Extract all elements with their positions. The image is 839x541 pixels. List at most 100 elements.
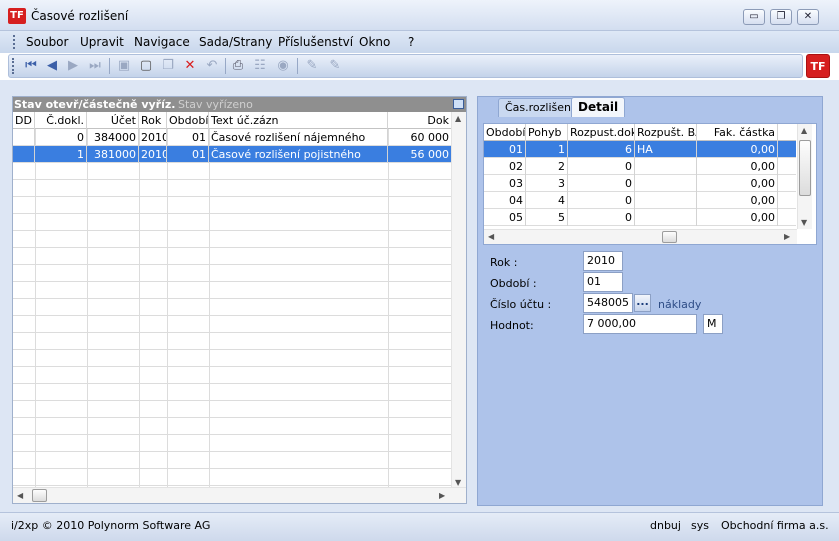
scroll-left-icon[interactable]: ◀ xyxy=(17,491,23,500)
col-obdobi[interactable]: Období xyxy=(484,124,526,141)
ucet-lookup-button[interactable]: ... xyxy=(634,294,651,312)
records-horizontal-scrollbar[interactable]: ◀ ▶ xyxy=(13,487,466,503)
list-item[interactable]: 03 3 0 0,00 xyxy=(484,175,796,192)
menu-prislusenstvi[interactable]: Příslušenství xyxy=(278,35,353,49)
table-row-empty xyxy=(13,180,451,197)
close-button[interactable]: ✕ xyxy=(797,9,819,25)
ucet-field[interactable]: 548005 xyxy=(583,293,633,313)
menu-sada-strany[interactable]: Sada/Strany xyxy=(199,35,272,49)
menu-help[interactable]: ? xyxy=(408,35,414,49)
obdobi-field[interactable]: 01 xyxy=(583,272,623,292)
menu-okno[interactable]: Okno xyxy=(359,35,390,49)
col-dd[interactable]: DD xyxy=(13,112,35,129)
menu-soubor[interactable]: Soubor xyxy=(26,35,68,49)
cell-fak: 0,00 xyxy=(697,175,778,192)
col-text[interactable]: Text úč.zázn xyxy=(209,112,388,129)
col-dok[interactable]: Dok xyxy=(388,112,451,129)
table-row-empty xyxy=(13,282,451,299)
scroll-thumb[interactable] xyxy=(32,489,47,502)
cell-dok: 60 000 xyxy=(410,131,450,144)
menu-navigace[interactable]: Navigace xyxy=(134,35,190,49)
scroll-up-icon[interactable]: ▲ xyxy=(801,126,807,135)
table-row-empty xyxy=(13,384,451,401)
col-rozpust-dokl[interactable]: Rozpust.dokl xyxy=(568,124,635,141)
app-logo-icon: TF xyxy=(8,8,26,24)
table-row-empty xyxy=(13,435,451,452)
table-row[interactable]: 0 384000 2010 01 Časové rozlišení nájemn… xyxy=(13,129,451,146)
cell-dok: 56 000 xyxy=(410,148,450,161)
filter-open-tab[interactable]: Stav otevř/částečně vyříz. xyxy=(14,98,175,111)
scroll-thumb[interactable] xyxy=(662,231,677,243)
table-row-empty xyxy=(13,418,451,435)
cell-dd xyxy=(13,146,35,163)
edit-alt-icon[interactable]: ✎ xyxy=(327,58,343,74)
table-row-empty xyxy=(13,299,451,316)
restore-button[interactable]: ❐ xyxy=(770,9,792,25)
toolbar-separator xyxy=(297,58,298,74)
cell-obdobi: 01 xyxy=(167,129,209,146)
minimize-button[interactable]: ▭ xyxy=(743,9,765,25)
new-document-icon[interactable]: ▢ xyxy=(138,58,154,74)
filter-done-tab[interactable]: Stav vyřízeno xyxy=(178,98,253,111)
cell-text: Časové rozlišení nájemného xyxy=(209,129,388,146)
delete-icon[interactable]: ✕ xyxy=(182,58,198,74)
records-panel: Stav otevř/částečně vyříz. Stav vyřízeno… xyxy=(12,96,467,504)
periods-horizontal-scrollbar[interactable]: ◀ ▶ xyxy=(484,229,797,244)
next-record-icon[interactable]: ▶ xyxy=(65,58,81,74)
cell-ba xyxy=(635,192,697,209)
cell-fak: 0,00 xyxy=(697,158,778,175)
col-rok[interactable]: Rok xyxy=(139,112,167,129)
cell-rozpust: 6 xyxy=(568,141,635,158)
cell-cdokl: 0 xyxy=(35,129,87,146)
first-record-icon[interactable]: ⏮ xyxy=(23,58,39,74)
menu-upravit[interactable]: Upravit xyxy=(80,35,124,49)
rok-field[interactable]: 2010 xyxy=(583,251,623,271)
periods-vertical-scrollbar[interactable]: ▲ ▼ xyxy=(797,124,812,229)
cell-dd xyxy=(13,129,35,146)
list-item-selected[interactable]: 01 1 6 HA 0,00 xyxy=(484,141,796,158)
scroll-down-icon[interactable]: ▼ xyxy=(455,478,461,487)
records-vertical-scrollbar[interactable]: ▲ ▼ xyxy=(451,112,466,489)
cell-rozpust: 0 xyxy=(568,175,635,192)
scroll-down-icon[interactable]: ▼ xyxy=(801,218,807,227)
col-fak-castka[interactable]: Fak. částka xyxy=(697,124,778,141)
tab-cas-rozliseni[interactable]: Čas.rozlišení xyxy=(498,98,582,117)
col-obdobi[interactable]: Období xyxy=(167,112,209,129)
col-cdokl[interactable]: Č.dokl. xyxy=(35,112,87,129)
cell-ba xyxy=(635,158,697,175)
print-icon[interactable]: ⎙ xyxy=(230,58,246,74)
tab-detail[interactable]: Detail xyxy=(571,97,626,117)
undo-icon[interactable]: ↶ xyxy=(204,58,220,74)
scroll-right-icon[interactable]: ▶ xyxy=(784,232,790,241)
cell-rozpust: 0 xyxy=(568,209,635,226)
table-row-selected[interactable]: 1 381000 2010 01 Časové rozlišení pojist… xyxy=(13,146,451,163)
list-item[interactable]: 02 2 0 0,00 xyxy=(484,158,796,175)
col-rozpust-ba[interactable]: Rozpušt. BA xyxy=(635,124,697,141)
tree-icon[interactable]: ☷ xyxy=(252,58,268,74)
copyright-text: i/2xp © 2010 Polynorm Software AG xyxy=(11,519,211,532)
cell-rozpust: 0 xyxy=(568,158,635,175)
col-ucet[interactable]: Účet xyxy=(87,112,139,129)
scroll-thumb[interactable] xyxy=(799,140,811,196)
edit-icon[interactable]: ✎ xyxy=(304,58,320,74)
prev-record-icon[interactable]: ◀ xyxy=(44,58,60,74)
copy-icon[interactable]: ❐ xyxy=(160,58,176,74)
scroll-up-icon[interactable]: ▲ xyxy=(455,114,461,123)
obdobi-label: Období : xyxy=(490,277,537,290)
detail-panel: Čas.rozlišení Detail Období Pohyb Rozpus… xyxy=(477,96,823,506)
table-row-empty xyxy=(13,214,451,231)
periods-grid-header: Období Pohyb Rozpust.dokl Rozpušt. BA Fa… xyxy=(484,124,796,141)
settings-icon[interactable]: ◉ xyxy=(275,58,291,74)
table-row-empty xyxy=(13,401,451,418)
list-item[interactable]: 05 5 0 0,00 xyxy=(484,209,796,226)
currency-field[interactable]: M xyxy=(703,314,723,334)
column-chooser-icon[interactable] xyxy=(453,99,464,109)
hodnot-field[interactable]: 7 000,00 xyxy=(583,314,697,334)
company-logo-button[interactable]: TF xyxy=(806,54,830,78)
save-icon[interactable]: ▣ xyxy=(116,58,132,74)
scroll-left-icon[interactable]: ◀ xyxy=(488,232,494,241)
last-record-icon[interactable]: ⏭ xyxy=(87,58,103,74)
list-item[interactable]: 04 4 0 0,00 xyxy=(484,192,796,209)
col-pohyb[interactable]: Pohyb xyxy=(526,124,568,141)
scroll-right-icon[interactable]: ▶ xyxy=(439,491,445,500)
